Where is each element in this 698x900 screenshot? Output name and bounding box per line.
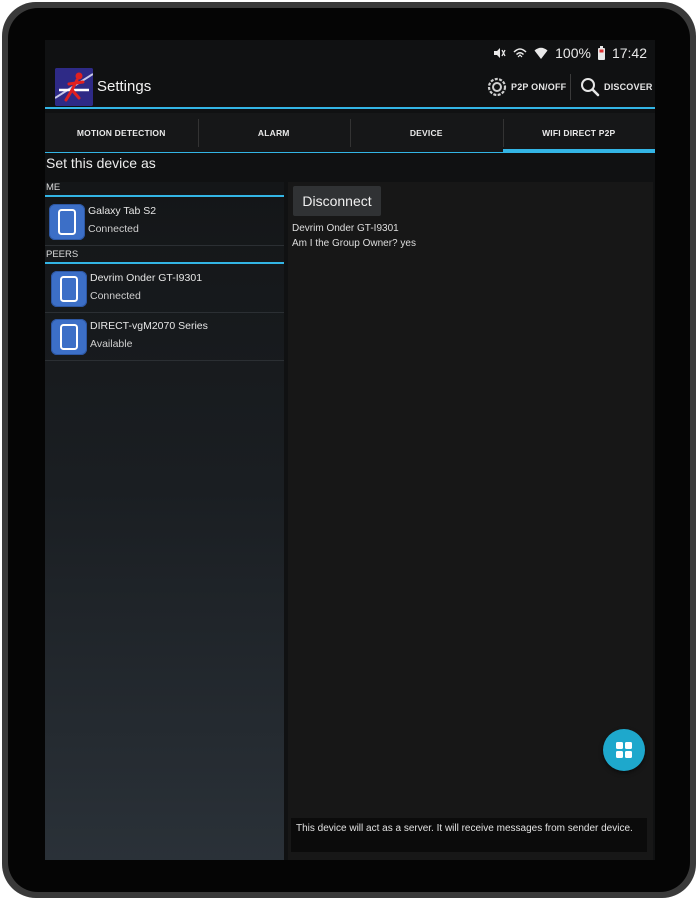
app-icon[interactable] (55, 68, 93, 106)
peers-header: PEERS (45, 249, 284, 264)
wifi-icon (534, 46, 548, 60)
discover-label: DISCOVER (604, 82, 653, 92)
grid-icon (616, 742, 632, 758)
device-status: Available (90, 338, 133, 350)
motion-person-icon (55, 68, 93, 106)
tablet-icon (51, 271, 87, 307)
device-status: Connected (90, 290, 141, 302)
peer-row[interactable]: DIRECT-vgM2070 Series Available (45, 314, 284, 361)
tab-motion-detection[interactable]: MOTION DETECTION (45, 113, 198, 153)
tab-label: MOTION DETECTION (76, 128, 166, 138)
tab-label: WIFI DIRECT P2P (542, 128, 616, 138)
device-list-panel: ME Galaxy Tab S2 Connected PEERS Devrim … (45, 182, 284, 860)
me-header: ME (45, 182, 284, 197)
connected-peer-name: Devrim Onder GT-I9301 (292, 223, 399, 234)
status-message: This device will act as a server. It wil… (291, 818, 647, 852)
power-gear-icon (487, 77, 507, 97)
clock: 17:42 (611, 45, 647, 61)
battery-icon (597, 46, 605, 60)
grid-fab-button[interactable] (603, 729, 645, 771)
tablet-frame: 100% 17:42 Settings P2P ON/OFF DISCOVER … (0, 0, 698, 900)
group-owner-info: Am I the Group Owner? yes (292, 238, 416, 249)
action-divider (570, 74, 571, 100)
device-name: Devrim Onder GT-I9301 (90, 272, 203, 284)
device-name: DIRECT-vgM2070 Series (90, 320, 208, 332)
tab-label: ALARM (257, 128, 290, 138)
status-bar: 100% 17:42 (45, 40, 655, 66)
action-bar-underline (45, 107, 655, 109)
tab-label: DEVICE (409, 128, 443, 138)
device-status: Connected (88, 223, 139, 235)
tablet-icon (51, 319, 87, 355)
p2p-toggle-label: P2P ON/OFF (511, 82, 567, 92)
screen: 100% 17:42 Settings P2P ON/OFF DISCOVER … (45, 40, 655, 860)
section-heading: Set this device as (46, 155, 156, 171)
device-name: Galaxy Tab S2 (88, 205, 157, 217)
tab-alarm[interactable]: ALARM (197, 113, 351, 153)
action-bar: Settings P2P ON/OFF DISCOVER (45, 66, 655, 108)
page-title: Settings (97, 78, 152, 95)
tabs-underline (45, 152, 655, 153)
disconnect-button[interactable]: Disconnect (293, 186, 381, 216)
my-device-row[interactable]: Galaxy Tab S2 Connected (45, 199, 284, 246)
tab-bar: MOTION DETECTION ALARM DEVICE WIFI DIREC… (45, 113, 655, 153)
wifi-direct-icon (513, 46, 527, 60)
device-detail-panel: Disconnect Devrim Onder GT-I9301 Am I th… (288, 182, 653, 860)
tab-device[interactable]: DEVICE (350, 113, 503, 153)
battery-percent: 100% (555, 45, 591, 61)
peer-row[interactable]: Devrim Onder GT-I9301 Connected (45, 266, 284, 313)
tab-wifi-direct-p2p[interactable]: WIFI DIRECT P2P (502, 113, 656, 153)
p2p-toggle-button[interactable]: P2P ON/OFF (487, 74, 566, 100)
discover-button[interactable]: DISCOVER (580, 74, 653, 100)
mute-icon (492, 46, 506, 60)
search-icon (581, 78, 600, 97)
tablet-icon (49, 204, 85, 240)
